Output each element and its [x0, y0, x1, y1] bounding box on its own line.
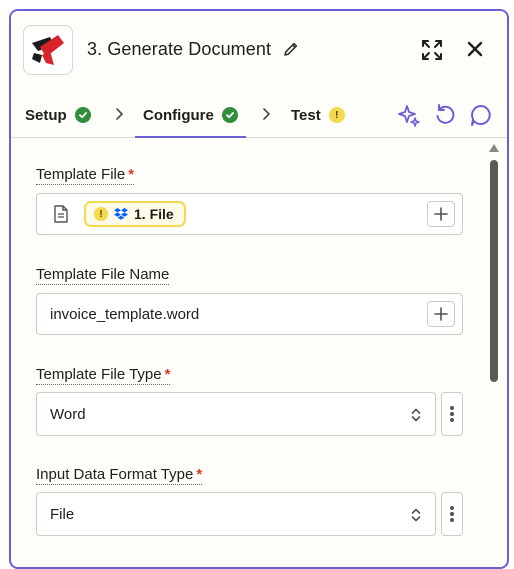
- warning-icon: !: [94, 207, 108, 221]
- dropbox-icon: [114, 208, 128, 220]
- scrollbar-thumb[interactable]: [490, 160, 498, 382]
- plus-icon: [434, 207, 448, 221]
- scroll-up-arrow-icon[interactable]: [489, 144, 499, 152]
- more-vertical-icon: [450, 506, 454, 522]
- tab-configure[interactable]: Configure: [135, 93, 246, 138]
- check-circle-icon: [221, 107, 238, 123]
- template-file-name-input[interactable]: invoice_template.word: [36, 293, 463, 335]
- insert-data-button[interactable]: [427, 301, 455, 327]
- template-file-name-label: Template File Name: [36, 266, 170, 285]
- ai-sparkle-icon[interactable]: [397, 103, 421, 127]
- tab-toolbar: [397, 103, 493, 127]
- tab-setup-label: Setup: [25, 106, 67, 124]
- document-icon: [54, 205, 68, 223]
- plus-icon: [434, 307, 448, 321]
- app-logo-icon: [32, 35, 64, 65]
- undo-icon[interactable]: [433, 103, 457, 127]
- tab-test[interactable]: Test !: [291, 93, 345, 137]
- configure-form: Template File * ! 1. File Template File …: [11, 138, 507, 558]
- template-file-type-select[interactable]: Word: [36, 392, 436, 436]
- more-vertical-icon: [450, 406, 454, 422]
- template-file-type-value: Word: [50, 406, 86, 423]
- template-file-label: Template File *: [36, 166, 135, 185]
- select-arrows-icon: [411, 408, 421, 422]
- input-data-format-type-label: Input Data Format Type *: [36, 466, 203, 485]
- mapped-field-label: 1. File: [134, 206, 174, 222]
- check-circle-icon: [74, 107, 91, 123]
- mapped-field-pill[interactable]: ! 1. File: [84, 201, 186, 227]
- insert-data-button[interactable]: [427, 201, 455, 227]
- close-icon[interactable]: [466, 40, 484, 58]
- step-title: 3. Generate Document: [87, 39, 272, 59]
- step-tabs: Setup Configure Test !: [11, 93, 507, 138]
- input-data-format-type-select[interactable]: File: [36, 492, 436, 536]
- warning-icon: !: [328, 107, 345, 123]
- template-file-type-label: Template File Type *: [36, 366, 171, 385]
- template-file-input[interactable]: ! 1. File: [36, 193, 463, 235]
- tab-test-label: Test: [291, 106, 321, 124]
- chevron-right-icon: [116, 108, 124, 120]
- input-data-format-type-value: File: [50, 506, 75, 523]
- panel-header: 3. Generate Document: [11, 11, 507, 93]
- tab-configure-label: Configure: [143, 106, 214, 124]
- select-arrows-icon: [411, 508, 421, 522]
- chevron-right-icon: [263, 108, 271, 120]
- tab-setup[interactable]: Setup: [25, 93, 91, 137]
- template-file-name-value: invoice_template.word: [50, 306, 200, 323]
- pencil-icon[interactable]: [283, 41, 299, 57]
- field-options-button[interactable]: [441, 492, 463, 536]
- comment-icon[interactable]: [469, 103, 493, 127]
- field-options-button[interactable]: [441, 392, 463, 436]
- expand-icon[interactable]: [421, 39, 443, 61]
- step-editor-panel: 3. Generate Document Setup Configure Tes…: [9, 9, 509, 569]
- app-logo: [23, 25, 73, 75]
